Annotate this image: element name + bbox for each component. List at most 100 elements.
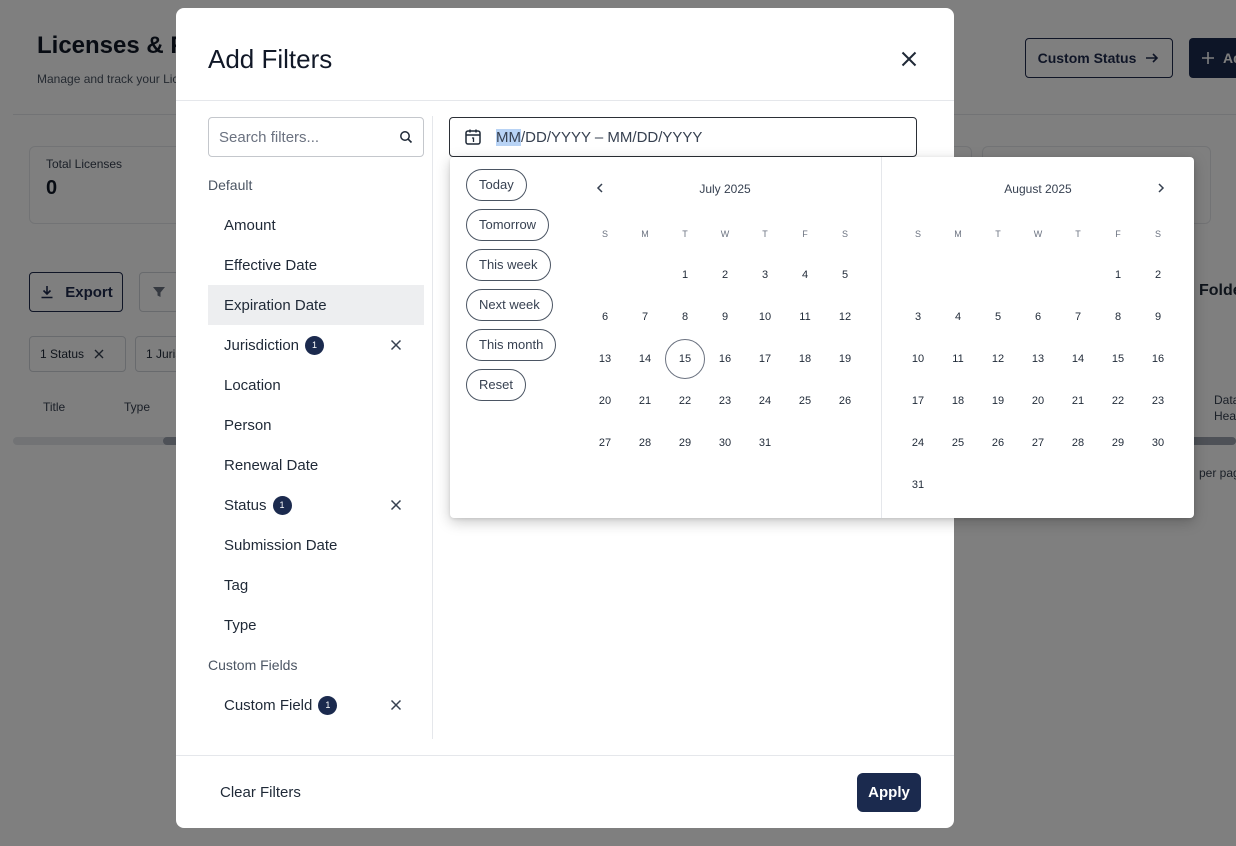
calendar-day[interactable]: 19 (978, 381, 1018, 421)
filter-item-jurisdiction[interactable]: Jurisdiction 1 (208, 325, 424, 365)
month-title: August 2025 (1004, 182, 1072, 196)
calendar-day[interactable]: 4 (938, 297, 978, 337)
calendar-day[interactable]: 2 (1138, 255, 1178, 295)
filter-item-label: Effective Date (224, 256, 318, 274)
calendar-day[interactable]: 16 (705, 339, 745, 379)
filter-item-label: Location (224, 376, 281, 394)
filter-item-renewal-date[interactable]: Renewal Date (208, 445, 424, 485)
filter-item-location[interactable]: Location (208, 365, 424, 405)
filter-item-amount[interactable]: Amount (208, 205, 424, 245)
calendar-day[interactable]: 6 (585, 297, 625, 337)
calendar-day[interactable]: 10 (745, 297, 785, 337)
calendar-day[interactable]: 3 (745, 255, 785, 295)
calendar-day[interactable]: 18 (938, 381, 978, 421)
calendar-day[interactable]: 29 (1098, 423, 1138, 463)
filter-item-tag[interactable]: Tag (208, 565, 424, 605)
calendar-day[interactable]: 16 (1138, 339, 1178, 379)
calendar-empty-cell (1018, 465, 1058, 505)
calendar-day[interactable]: 25 (938, 423, 978, 463)
calendar-day[interactable]: 31 (898, 465, 938, 505)
date-range-input[interactable]: MM/DD/YYYY – MM/DD/YYYY (449, 117, 917, 157)
calendar-day[interactable]: 30 (1138, 423, 1178, 463)
calendar-day[interactable]: 12 (978, 339, 1018, 379)
calendar-day[interactable]: 18 (785, 339, 825, 379)
calendar-day[interactable]: 13 (1018, 339, 1058, 379)
calendar-day[interactable]: 22 (665, 381, 705, 421)
calendar-day[interactable]: 24 (898, 423, 938, 463)
calendar-day[interactable]: 1 (1098, 255, 1138, 295)
modal-title: Add Filters (208, 44, 333, 74)
calendar-day[interactable]: 15 (665, 339, 705, 379)
weekday-label: W (1033, 229, 1043, 239)
calendar-day[interactable]: 28 (625, 423, 665, 463)
preset-this-month-button[interactable]: This month (466, 329, 557, 361)
preset-this-week-button[interactable]: This week (466, 249, 551, 281)
calendar-day[interactable]: 27 (1018, 423, 1058, 463)
calendar-day[interactable]: 29 (665, 423, 705, 463)
remove-filter-icon[interactable] (390, 339, 402, 351)
calendar-day[interactable]: 14 (1058, 339, 1098, 379)
calendar-day[interactable]: 23 (1138, 381, 1178, 421)
calendar-day[interactable]: 12 (825, 297, 865, 337)
calendar-day[interactable]: 26 (825, 381, 865, 421)
calendar-day[interactable]: 23 (705, 381, 745, 421)
calendar-day[interactable]: 6 (1018, 297, 1058, 337)
filter-item-type[interactable]: Type (208, 605, 424, 645)
remove-filter-icon[interactable] (390, 699, 402, 711)
calendar-day[interactable]: 3 (898, 297, 938, 337)
calendar-day[interactable]: 27 (585, 423, 625, 463)
filter-item-custom-field[interactable]: Custom Field 1 (208, 685, 424, 725)
calendar-day[interactable]: 11 (938, 339, 978, 379)
next-month-button[interactable] (1152, 179, 1170, 197)
calendar-day[interactable]: 4 (785, 255, 825, 295)
calendar-day[interactable]: 5 (978, 297, 1018, 337)
calendar-day[interactable]: 15 (1098, 339, 1138, 379)
close-modal-button[interactable] (894, 44, 924, 74)
calendar-day[interactable]: 17 (898, 381, 938, 421)
filter-item-expiration-date[interactable]: Expiration Date (208, 285, 424, 325)
calendar-day[interactable]: 9 (705, 297, 745, 337)
filter-item-person[interactable]: Person (208, 405, 424, 445)
filter-item-status[interactable]: Status 1 (208, 485, 424, 525)
calendar-day[interactable]: 20 (585, 381, 625, 421)
search-filters-box[interactable] (208, 117, 424, 157)
calendar-day[interactable]: 31 (745, 423, 785, 463)
clear-filters-button[interactable]: Clear Filters (208, 772, 313, 812)
weekday-label: T (762, 229, 768, 239)
calendar-day[interactable]: 1 (665, 255, 705, 295)
calendar-day[interactable]: 30 (705, 423, 745, 463)
calendar-day[interactable]: 5 (825, 255, 865, 295)
apply-button[interactable]: Apply (857, 773, 921, 812)
calendar-day[interactable]: 17 (745, 339, 785, 379)
calendar-day[interactable]: 21 (625, 381, 665, 421)
calendar-day[interactable]: 8 (1098, 297, 1138, 337)
filter-item-submission-date[interactable]: Submission Date (208, 525, 424, 565)
calendar-day[interactable]: 19 (825, 339, 865, 379)
calendar-day[interactable]: 14 (625, 339, 665, 379)
search-icon[interactable] (399, 130, 413, 144)
weekday-label: F (802, 229, 808, 239)
calendar-day[interactable]: 25 (785, 381, 825, 421)
remove-filter-icon[interactable] (390, 499, 402, 511)
search-filters-input[interactable] (219, 128, 399, 146)
calendar-day[interactable]: 11 (785, 297, 825, 337)
calendar-day[interactable]: 2 (705, 255, 745, 295)
weekday-row: SMTWTFS (898, 229, 1178, 239)
preset-reset-button[interactable]: Reset (466, 369, 526, 401)
calendar-day[interactable]: 7 (625, 297, 665, 337)
calendar-day[interactable]: 8 (665, 297, 705, 337)
calendar-day[interactable]: 9 (1138, 297, 1178, 337)
calendar-day[interactable]: 28 (1058, 423, 1098, 463)
calendar-day[interactable]: 24 (745, 381, 785, 421)
calendar-day[interactable]: 13 (585, 339, 625, 379)
preset-today-button[interactable]: Today (466, 169, 527, 201)
calendar-day[interactable]: 10 (898, 339, 938, 379)
calendar-day[interactable]: 20 (1018, 381, 1058, 421)
calendar-day[interactable]: 21 (1058, 381, 1098, 421)
calendar-day[interactable]: 7 (1058, 297, 1098, 337)
preset-next-week-button[interactable]: Next week (466, 289, 553, 321)
calendar-day[interactable]: 26 (978, 423, 1018, 463)
calendar-day[interactable]: 22 (1098, 381, 1138, 421)
filter-item-effective-date[interactable]: Effective Date (208, 245, 424, 285)
preset-tomorrow-button[interactable]: Tomorrow (466, 209, 550, 241)
